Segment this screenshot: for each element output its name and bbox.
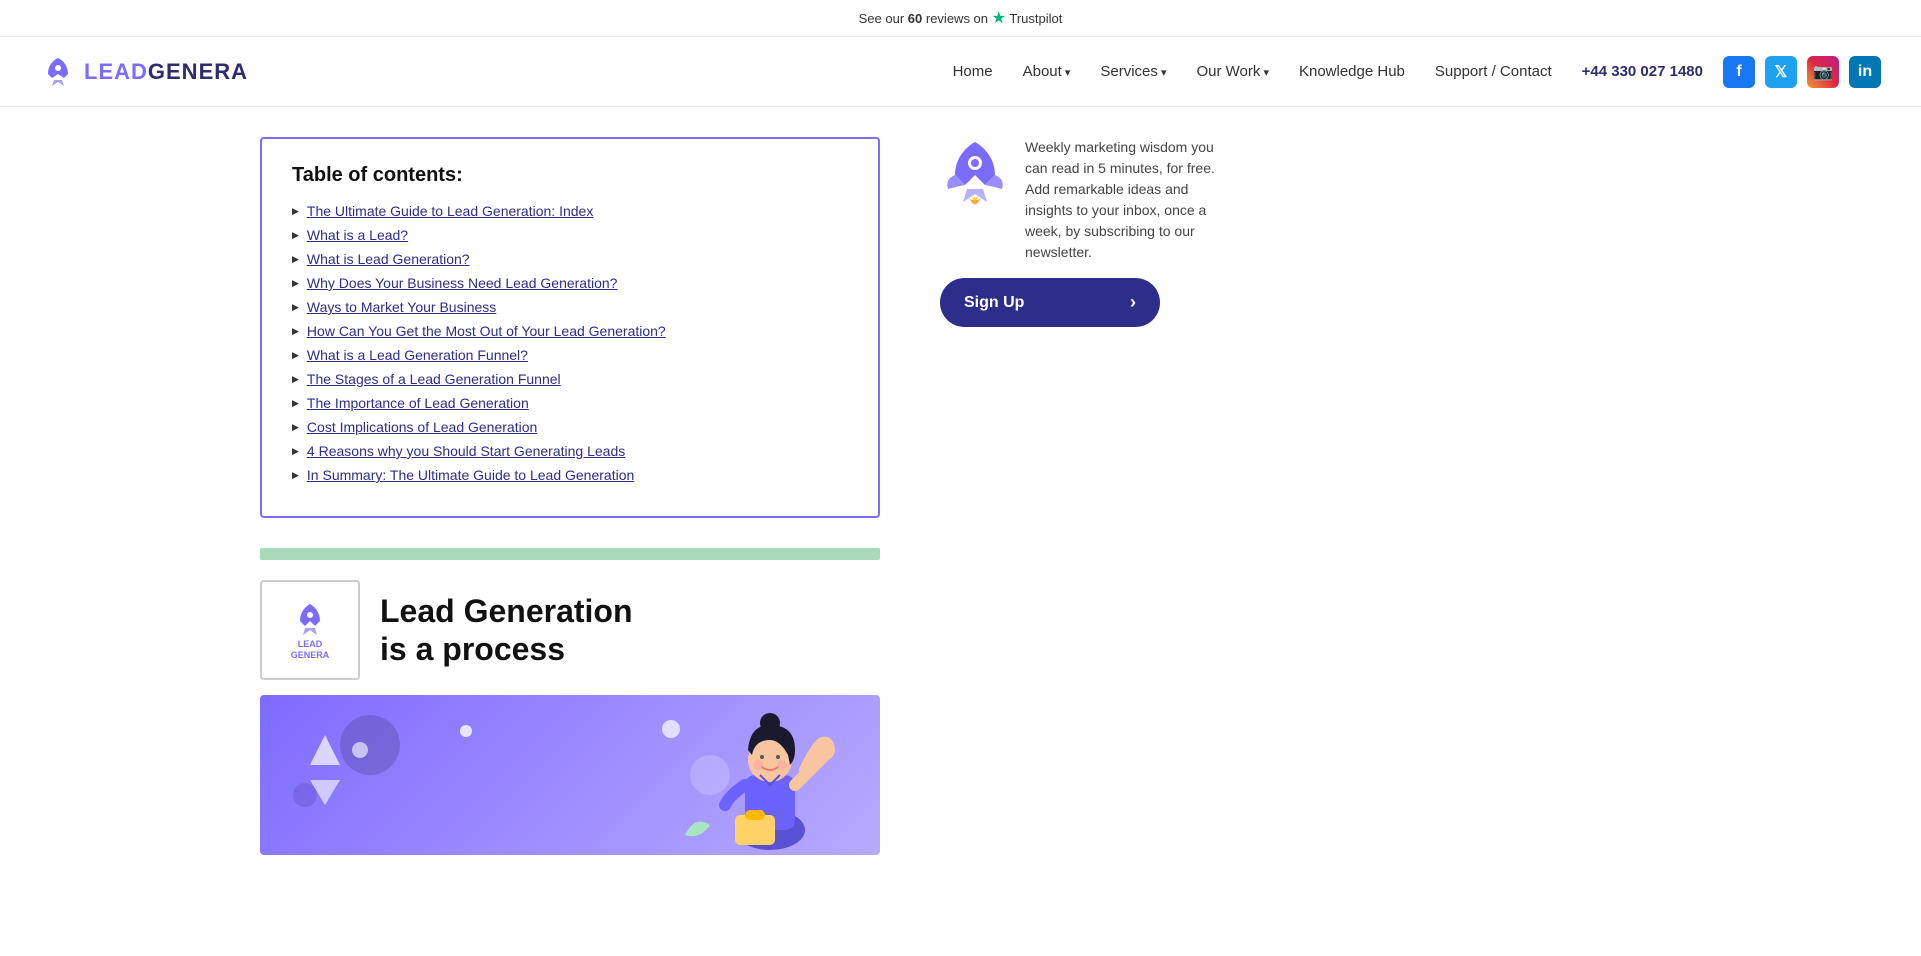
section-divider	[260, 548, 880, 560]
illustration-dot-2	[662, 720, 680, 738]
toc-link-reasons[interactable]: 4 Reasons why you Should Start Generatin…	[307, 443, 625, 459]
trustpilot-text: See our	[859, 11, 908, 26]
nav-home[interactable]: Home	[953, 63, 993, 80]
lead-genera-logo-text: LEADGENERA	[291, 639, 330, 661]
lead-gen-card: LEADGENERA Lead Generationis a process	[260, 580, 880, 680]
nav-support-contact[interactable]: Support / Contact	[1435, 63, 1552, 80]
trustpilot-bar: See our 60 reviews on ★ Trustpilot	[0, 0, 1921, 37]
logo-rocket-icon	[40, 54, 76, 90]
newsletter-text: Weekly marketing wisdom you can read in …	[1025, 137, 1220, 263]
main-nav: LEADGENERA Home About Services Our Work …	[0, 37, 1921, 107]
signup-button[interactable]: Sign Up ›	[940, 278, 1160, 327]
list-item: 4 Reasons why you Should Start Generatin…	[292, 443, 848, 459]
main-content: Table of contents: The Ultimate Guide to…	[0, 107, 1921, 885]
toc-title: Table of contents:	[292, 164, 848, 187]
list-item: Cost Implications of Lead Generation	[292, 419, 848, 435]
social-icons: f 𝕏 📷 in	[1723, 56, 1881, 88]
facebook-icon[interactable]: f	[1723, 56, 1755, 88]
nav-about[interactable]: About	[1023, 63, 1071, 80]
signup-label: Sign Up	[964, 294, 1024, 312]
toc-link-what-is-lg[interactable]: What is Lead Generation?	[307, 251, 470, 267]
trustpilot-middle: reviews on	[926, 11, 988, 26]
toc-link-why[interactable]: Why Does Your Business Need Lead Generat…	[307, 275, 618, 291]
list-item: The Stages of a Lead Generation Funnel	[292, 371, 848, 387]
illustration-dot-1	[460, 725, 472, 737]
lead-genera-logo-box: LEADGENERA	[260, 580, 360, 680]
toc-link-what-is-lead[interactable]: What is a Lead?	[307, 227, 408, 243]
toc-list: The Ultimate Guide to Lead Generation: I…	[292, 203, 848, 483]
lead-gen-title: Lead Generationis a process	[380, 592, 633, 669]
toc-link-most-out[interactable]: How Can You Get the Most Out of Your Lea…	[307, 323, 666, 339]
toc-link-index[interactable]: The Ultimate Guide to Lead Generation: I…	[307, 203, 593, 219]
content-left: Table of contents: The Ultimate Guide to…	[260, 137, 880, 855]
list-item: The Ultimate Guide to Lead Generation: I…	[292, 203, 848, 219]
nav-links: Home About Services Our Work Knowledge H…	[953, 63, 1552, 81]
list-item: How Can You Get the Most Out of Your Lea…	[292, 323, 848, 339]
list-item: In Summary: The Ultimate Guide to Lead G…	[292, 467, 848, 483]
logo-text: LEADGENERA	[84, 59, 248, 85]
list-item: What is a Lead Generation Funnel?	[292, 347, 848, 363]
toc-link-ways[interactable]: Ways to Market Your Business	[307, 299, 496, 315]
illustration-person	[680, 695, 860, 855]
chevron-right-icon: ›	[1130, 292, 1136, 313]
list-item: Ways to Market Your Business	[292, 299, 848, 315]
instagram-icon[interactable]: 📷	[1807, 56, 1839, 88]
list-item: What is Lead Generation?	[292, 251, 848, 267]
list-item: Why Does Your Business Need Lead Generat…	[292, 275, 848, 291]
trustpilot-star-icon: ★	[992, 10, 1006, 27]
toc-link-summary[interactable]: In Summary: The Ultimate Guide to Lead G…	[307, 467, 634, 483]
nav-services[interactable]: Services	[1100, 63, 1166, 80]
nav-our-work[interactable]: Our Work	[1196, 63, 1268, 80]
toc-link-funnel[interactable]: What is a Lead Generation Funnel?	[307, 347, 528, 363]
rocket-icon	[940, 137, 1010, 212]
toc-link-importance[interactable]: The Importance of Lead Generation	[307, 395, 529, 411]
trustpilot-brand: Trustpilot	[1009, 11, 1062, 26]
lead-gen-illustration	[260, 695, 880, 855]
list-item: What is a Lead?	[292, 227, 848, 243]
newsletter-top: Weekly marketing wisdom you can read in …	[940, 137, 1220, 263]
newsletter-card: Weekly marketing wisdom you can read in …	[940, 137, 1220, 327]
twitter-icon[interactable]: 𝕏	[1765, 56, 1797, 88]
trustpilot-count: 60	[908, 11, 922, 26]
illustration-shapes	[290, 715, 390, 815]
toc-link-cost[interactable]: Cost Implications of Lead Generation	[307, 419, 537, 435]
linkedin-icon[interactable]: in	[1849, 56, 1881, 88]
table-of-contents: Table of contents: The Ultimate Guide to…	[260, 137, 880, 518]
nav-knowledge-hub[interactable]: Knowledge Hub	[1299, 63, 1405, 80]
logo-link[interactable]: LEADGENERA	[40, 54, 248, 90]
toc-link-stages[interactable]: The Stages of a Lead Generation Funnel	[307, 371, 561, 387]
content-right: Weekly marketing wisdom you can read in …	[940, 137, 1220, 855]
list-item: The Importance of Lead Generation	[292, 395, 848, 411]
phone-number: +44 330 027 1480	[1582, 63, 1703, 80]
lead-genera-logo-rocket	[290, 599, 330, 639]
